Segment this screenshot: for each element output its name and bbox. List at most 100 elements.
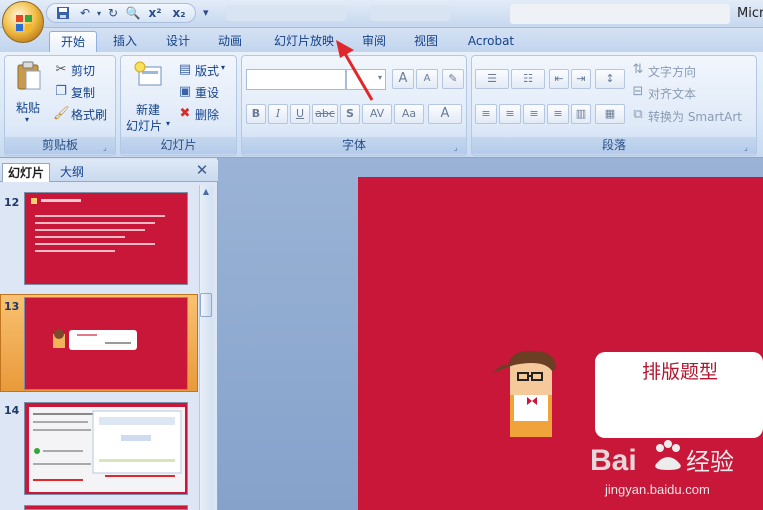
group-slides: 新建 幻灯片 ▾ ▤ 版式 ▾ ▣ 重设 ✖ 删除 幻灯片 — [120, 55, 237, 156]
slide-thumbnail[interactable] — [24, 505, 188, 510]
office-logo-icon — [16, 15, 32, 31]
increase-indent-icon[interactable]: ⇥ — [571, 69, 591, 89]
tab-home[interactable]: 开始 — [49, 31, 97, 52]
bullets-button[interactable]: ☰ — [475, 69, 509, 89]
office-button[interactable] — [2, 1, 44, 43]
new-slide-label-2: 幻灯片 — [126, 119, 163, 133]
tab-design[interactable]: 设计 — [160, 31, 196, 52]
red-arrow-annotation — [336, 40, 374, 101]
group-label: 幻灯片 — [121, 137, 236, 154]
underline-button[interactable]: U — [290, 104, 310, 124]
group-label: 段落 — [472, 137, 756, 154]
cut-button[interactable]: 剪切 — [71, 62, 95, 79]
delete-button[interactable]: 删除 — [195, 106, 219, 123]
tab-animations[interactable]: 动画 — [212, 31, 248, 52]
panel-tabs: 幻灯片 大纲 — [0, 160, 218, 182]
align-left-icon[interactable]: ≡ — [475, 104, 497, 124]
teacher-avatar-icon — [492, 350, 556, 437]
bold-button[interactable]: B — [246, 104, 266, 124]
layout-button[interactable]: 版式 — [195, 62, 219, 79]
superscript-button[interactable]: x² — [145, 6, 165, 21]
italic-button[interactable]: I — [268, 104, 288, 124]
save-icon[interactable] — [55, 6, 71, 21]
text-direction-button[interactable]: 文字方向 — [648, 63, 696, 80]
slide-13-preview — [53, 329, 137, 350]
line-spacing-button[interactable]: ↕ — [595, 69, 625, 89]
chevron-down-icon: ▾ — [166, 119, 171, 128]
slide-thumbnail-selected[interactable] — [24, 297, 188, 390]
ribbon-tabs: 开始 插入 设计 动画 幻灯片放映 审阅 视图 Acrobat — [0, 28, 763, 52]
blurred-area — [510, 4, 730, 24]
smartart-icon: ⧉ — [633, 107, 643, 122]
reset-button[interactable]: 重设 — [195, 84, 219, 101]
redo-icon[interactable]: ↻ — [105, 6, 121, 21]
font-color-button[interactable]: A — [428, 104, 462, 124]
group-paragraph: ☰ ☷ ⇤ ⇥ ↕ ⇅ 文字方向 ⊟ 对齐文本 ⧉ 转换为 SmartArt ≡… — [471, 55, 757, 156]
slide-title: 排版题型 — [641, 361, 718, 383]
chevron-down-icon: ▾ — [221, 63, 226, 72]
convert-smartart-button[interactable]: 转换为 SmartArt — [648, 108, 742, 125]
customize-qat-icon[interactable]: ▾ — [203, 6, 209, 19]
slide-number: 14 — [4, 404, 20, 417]
align-right-icon[interactable]: ≡ — [523, 104, 545, 124]
tab-acrobat[interactable]: Acrobat — [462, 31, 520, 52]
text-direction-icon: ⇅ — [632, 62, 644, 77]
paste-button[interactable]: 粘贴 ▾ — [10, 59, 48, 125]
numbering-button[interactable]: ☷ — [511, 69, 545, 89]
copy-icon: ❐ — [55, 84, 67, 99]
panel-scrollbar[interactable] — [199, 185, 213, 510]
svg-text:Bai: Bai — [590, 444, 637, 477]
window-title: Micro — [737, 6, 763, 21]
tab-outline[interactable]: 大纲 — [55, 163, 89, 182]
quick-access-toolbar: ↶ ▾ ↻ 🔍 x² x₂ — [46, 3, 196, 23]
align-text-icon: ⊟ — [632, 84, 644, 99]
blurred-area — [370, 5, 450, 21]
group-label: 字体 — [242, 137, 466, 154]
copy-button[interactable]: 复制 — [71, 84, 95, 101]
scrollbar-thumb[interactable] — [200, 293, 212, 317]
new-slide-label-1: 新建 — [136, 103, 161, 117]
blurred-area — [226, 5, 346, 21]
layout-icon: ▤ — [178, 62, 192, 77]
paste-label: 粘贴 — [16, 101, 41, 115]
chevron-down-icon: ▾ — [25, 115, 30, 124]
align-center-icon[interactable]: ≡ — [499, 104, 521, 124]
slide-number: 13 — [4, 300, 20, 313]
print-preview-icon[interactable]: 🔍 — [125, 6, 141, 21]
ribbon: 粘贴 ▾ ✂ 剪切 ❐ 复制 🖌 格式刷 剪贴板 ⌟ 新建 幻灯片 ▾ ▤ 版式… — [0, 52, 763, 158]
tab-insert[interactable]: 插入 — [108, 31, 142, 52]
distribute-icon[interactable]: ▥ — [571, 104, 591, 124]
delete-icon: ✖ — [179, 106, 191, 121]
subscript-button[interactable]: x₂ — [169, 6, 189, 21]
slide-number: 12 — [4, 196, 20, 209]
tab-slides[interactable]: 幻灯片 — [2, 163, 51, 182]
slide-thumbnail[interactable] — [24, 402, 188, 495]
tab-view[interactable]: 视图 — [408, 31, 444, 52]
scissors-icon: ✂ — [55, 62, 67, 77]
dialog-launcher-icon[interactable]: ⌟ — [454, 143, 463, 152]
columns-button[interactable]: ▦ — [595, 104, 625, 124]
change-case-button[interactable]: Aa — [394, 104, 424, 124]
grow-font-button[interactable]: A — [392, 69, 414, 89]
clipboard-icon — [17, 61, 41, 90]
decrease-indent-icon[interactable]: ⇤ — [549, 69, 569, 89]
dialog-launcher-icon[interactable]: ⌟ — [744, 143, 753, 152]
slide-thumbnail[interactable] — [24, 192, 188, 285]
scroll-up-icon[interactable]: ▲ — [199, 185, 213, 199]
slide-14-preview — [29, 407, 185, 492]
justify-icon[interactable]: ≡ — [547, 104, 569, 124]
reset-icon: ▣ — [178, 84, 192, 99]
format-painter-button[interactable]: 格式刷 — [71, 106, 107, 123]
svg-text:经验: 经验 — [686, 448, 734, 476]
dialog-launcher-icon[interactable]: ⌟ — [103, 143, 112, 152]
new-slide-icon — [134, 61, 162, 86]
group-label: 剪贴板 — [5, 137, 115, 154]
slide-12-preview — [31, 198, 165, 252]
group-clipboard: 粘贴 ▾ ✂ 剪切 ❐ 复制 🖌 格式刷 剪贴板 ⌟ — [4, 55, 116, 156]
align-text-button[interactable]: 对齐文本 — [648, 85, 696, 102]
new-slide-button[interactable]: 新建 幻灯片 ▾ — [124, 59, 174, 133]
format-painter-icon: 🖌 — [53, 106, 70, 121]
shrink-font-button[interactable]: A — [416, 69, 438, 89]
close-icon[interactable]: ✕ — [194, 162, 210, 178]
clear-format-icon[interactable]: ✎ — [442, 69, 464, 89]
